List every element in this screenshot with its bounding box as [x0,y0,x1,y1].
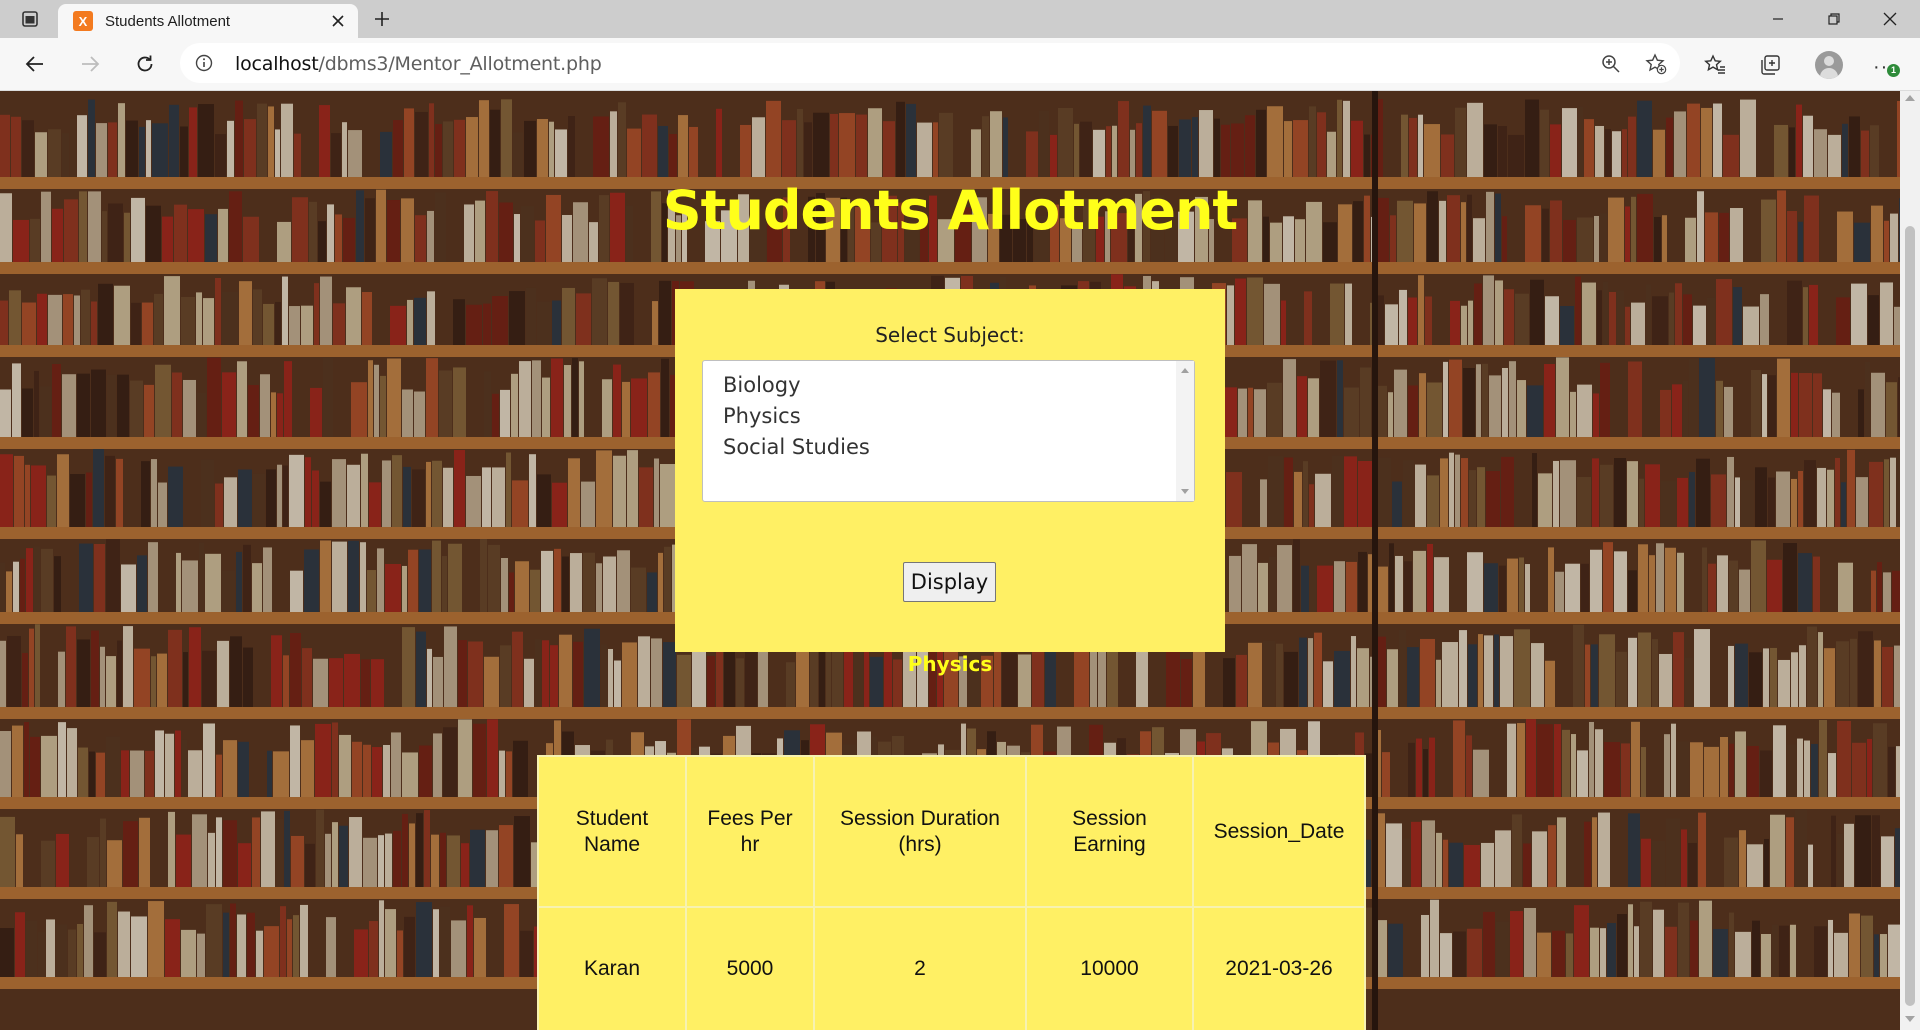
favorites-icon[interactable] [1700,50,1730,80]
url-path: /dbms3/Mentor_Allotment.php [318,53,602,75]
column-header-session-earning: Session Earning [1025,755,1194,908]
scroll-down-icon[interactable] [1905,1016,1915,1022]
scrollbar-thumb[interactable] [1905,226,1915,1006]
listbox-scroll-down-icon[interactable] [1181,489,1189,494]
table-row: Karan 5000 2 10000 2021-03-26 [537,906,1366,1030]
subject-option-physics[interactable]: Physics [703,401,1194,432]
cell-student-name: Karan [537,906,687,1030]
subject-form: Select Subject: Biology Physics Social S… [675,289,1225,652]
page-scrollbar[interactable] [1900,91,1920,1030]
page-title: Students Allotment [662,179,1239,242]
cell-session-duration: 2 [813,906,1027,1030]
listbox-scroll-up-icon[interactable] [1181,368,1189,373]
selected-subject-heading: Physics [907,652,993,676]
add-favorite-icon[interactable] [1645,53,1667,75]
close-window-icon[interactable] [1862,0,1918,38]
tab-title: Students Allotment [105,12,231,30]
close-tab-icon[interactable] [324,7,352,35]
subject-option-biology[interactable]: Biology [703,370,1194,401]
address-bar[interactable]: localhost/dbms3/Mentor_Allotment.php [180,43,1680,83]
column-header-student-name: Student Name [537,755,687,908]
page-viewport: Students Allotment Select Subject: Biolo… [0,91,1900,1030]
scroll-up-icon[interactable] [1905,95,1915,101]
restore-icon[interactable] [1806,0,1862,38]
notification-badge: 1 [1887,64,1900,77]
display-button[interactable]: Display [903,562,996,602]
refresh-icon[interactable] [127,46,163,82]
table-header-row: Student Name Fees Per hr Session Duration(… [537,755,1366,908]
subject-listbox[interactable]: Biology Physics Social Studies [702,360,1195,502]
column-header-session-duration: Session Duration (hrs) [813,755,1027,908]
tab-actions-icon[interactable] [14,7,46,31]
browser-toolbar: localhost/dbms3/Mentor_Allotment.php ···… [0,38,1920,91]
url-host: localhost [235,53,319,75]
zoom-icon[interactable] [1600,53,1622,75]
column-header-fees-per-hr: Fees Per hr [685,755,815,908]
settings-more-icon[interactable]: ··· 1 [1870,50,1902,80]
url-text[interactable]: localhost/dbms3/Mentor_Allotment.php [235,53,602,75]
subject-option-social-studies[interactable]: Social Studies [703,432,1194,463]
cell-session-earning: 10000 [1025,906,1194,1030]
cell-fees-per-hr: 5000 [685,906,815,1030]
collections-icon[interactable] [1755,50,1785,80]
new-tab-icon[interactable] [366,5,398,33]
browser-tab[interactable]: X Students Allotment [58,4,358,38]
allotment-table: Student Name Fees Per hr Session Duration(… [537,755,1366,1030]
select-subject-label: Select Subject: [875,323,1025,347]
listbox-scrollbar[interactable] [1176,361,1194,501]
site-info-icon[interactable] [194,53,214,73]
back-arrow-icon[interactable] [17,46,53,82]
xampp-icon: X [73,11,93,31]
profile-avatar[interactable] [1815,51,1843,79]
column-header-session-date: Session_Date [1192,755,1366,908]
cell-session-date: 2021-03-26 [1192,906,1366,1030]
tab-strip: X Students Allotment [0,0,1920,38]
forward-arrow-icon[interactable] [72,46,108,82]
minimize-icon[interactable] [1750,0,1806,38]
